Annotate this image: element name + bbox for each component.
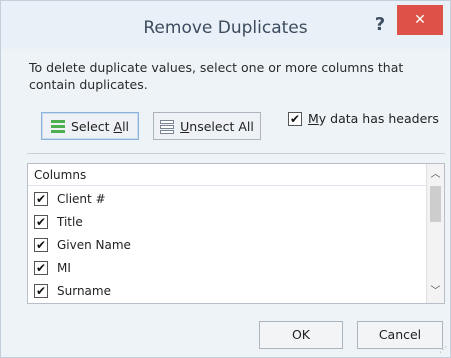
list-item-label: Given Name — [57, 238, 131, 252]
list-item-client-number[interactable]: ✔ Client # — [34, 188, 106, 210]
list-item-label: Title — [57, 215, 83, 229]
list-item-label: Surname — [57, 284, 111, 298]
columns-header: Columns — [28, 164, 426, 186]
unselect-all-button[interactable]: Unselect All — [153, 112, 261, 140]
scroll-up-icon[interactable]: ︿ — [427, 166, 444, 184]
select-all-label: Select All — [70, 118, 130, 134]
close-button[interactable]: ✕ — [397, 5, 443, 35]
list-item-given-name[interactable]: ✔ Given Name — [34, 234, 131, 256]
list-item-surname[interactable]: ✔ Surname — [34, 280, 111, 302]
list-item-label: MI — [57, 261, 71, 275]
help-button[interactable]: ? — [369, 13, 391, 37]
headers-checkbox-label: My data has headers — [308, 111, 439, 126]
cancel-button[interactable]: Cancel — [357, 321, 443, 349]
unselect-all-label: Unselect All — [180, 118, 254, 134]
unselect-all-icon — [160, 119, 175, 134]
vertical-scrollbar[interactable]: ︿ ﹀ — [426, 164, 444, 303]
instructions-text: To delete duplicate values, select one o… — [29, 60, 404, 92]
checkbox[interactable]: ✔ — [34, 284, 48, 298]
resize-grip-icon[interactable]: ⋰ — [439, 346, 447, 354]
close-icon: ✕ — [414, 12, 426, 28]
columns-listbox[interactable]: Columns ✔ Client # ✔ Title ✔ Given Name … — [27, 163, 445, 304]
headers-checkbox[interactable]: ✔ — [288, 111, 302, 126]
checkbox[interactable]: ✔ — [34, 238, 48, 252]
checkbox[interactable]: ✔ — [34, 215, 48, 229]
list-item-label: Client # — [57, 192, 106, 206]
list-item-mi[interactable]: ✔ MI — [34, 257, 71, 279]
my-data-has-headers-option[interactable]: ✔ My data has headers — [288, 111, 439, 126]
divider — [27, 153, 445, 154]
title-bar: Remove Duplicates ? ✕ — [1, 1, 450, 49]
select-all-button[interactable]: Select All — [41, 112, 139, 140]
remove-duplicates-dialog: Remove Duplicates ? ✕ To delete duplicat… — [0, 0, 451, 358]
scroll-thumb[interactable] — [430, 186, 441, 222]
checkbox[interactable]: ✔ — [34, 192, 48, 206]
select-all-icon — [50, 119, 65, 134]
ok-button[interactable]: OK — [259, 321, 343, 349]
list-item-title[interactable]: ✔ Title — [34, 211, 83, 233]
checkbox[interactable]: ✔ — [34, 261, 48, 275]
scroll-down-icon[interactable]: ﹀ — [427, 283, 444, 301]
